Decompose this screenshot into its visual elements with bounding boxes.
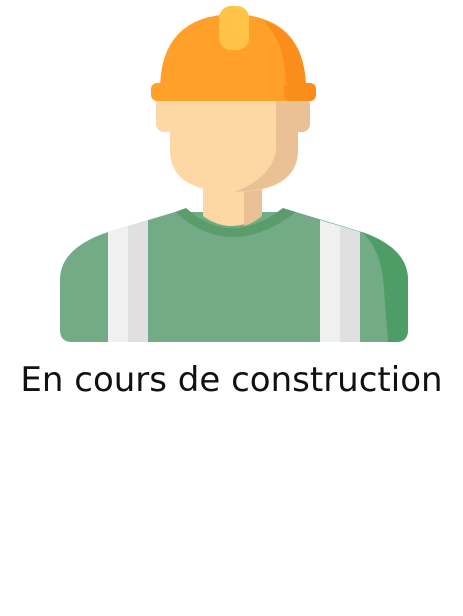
construction-worker-illustration <box>0 0 463 360</box>
construction-worker-icon <box>60 6 408 342</box>
under-construction-message: En cours de construction <box>20 360 443 400</box>
left-stripe-shade-shape <box>128 220 148 342</box>
helmet-brim-shade-shape <box>284 83 316 101</box>
helmet-ridge-shape <box>219 6 249 50</box>
right-stripe-shade-shape <box>340 226 360 342</box>
